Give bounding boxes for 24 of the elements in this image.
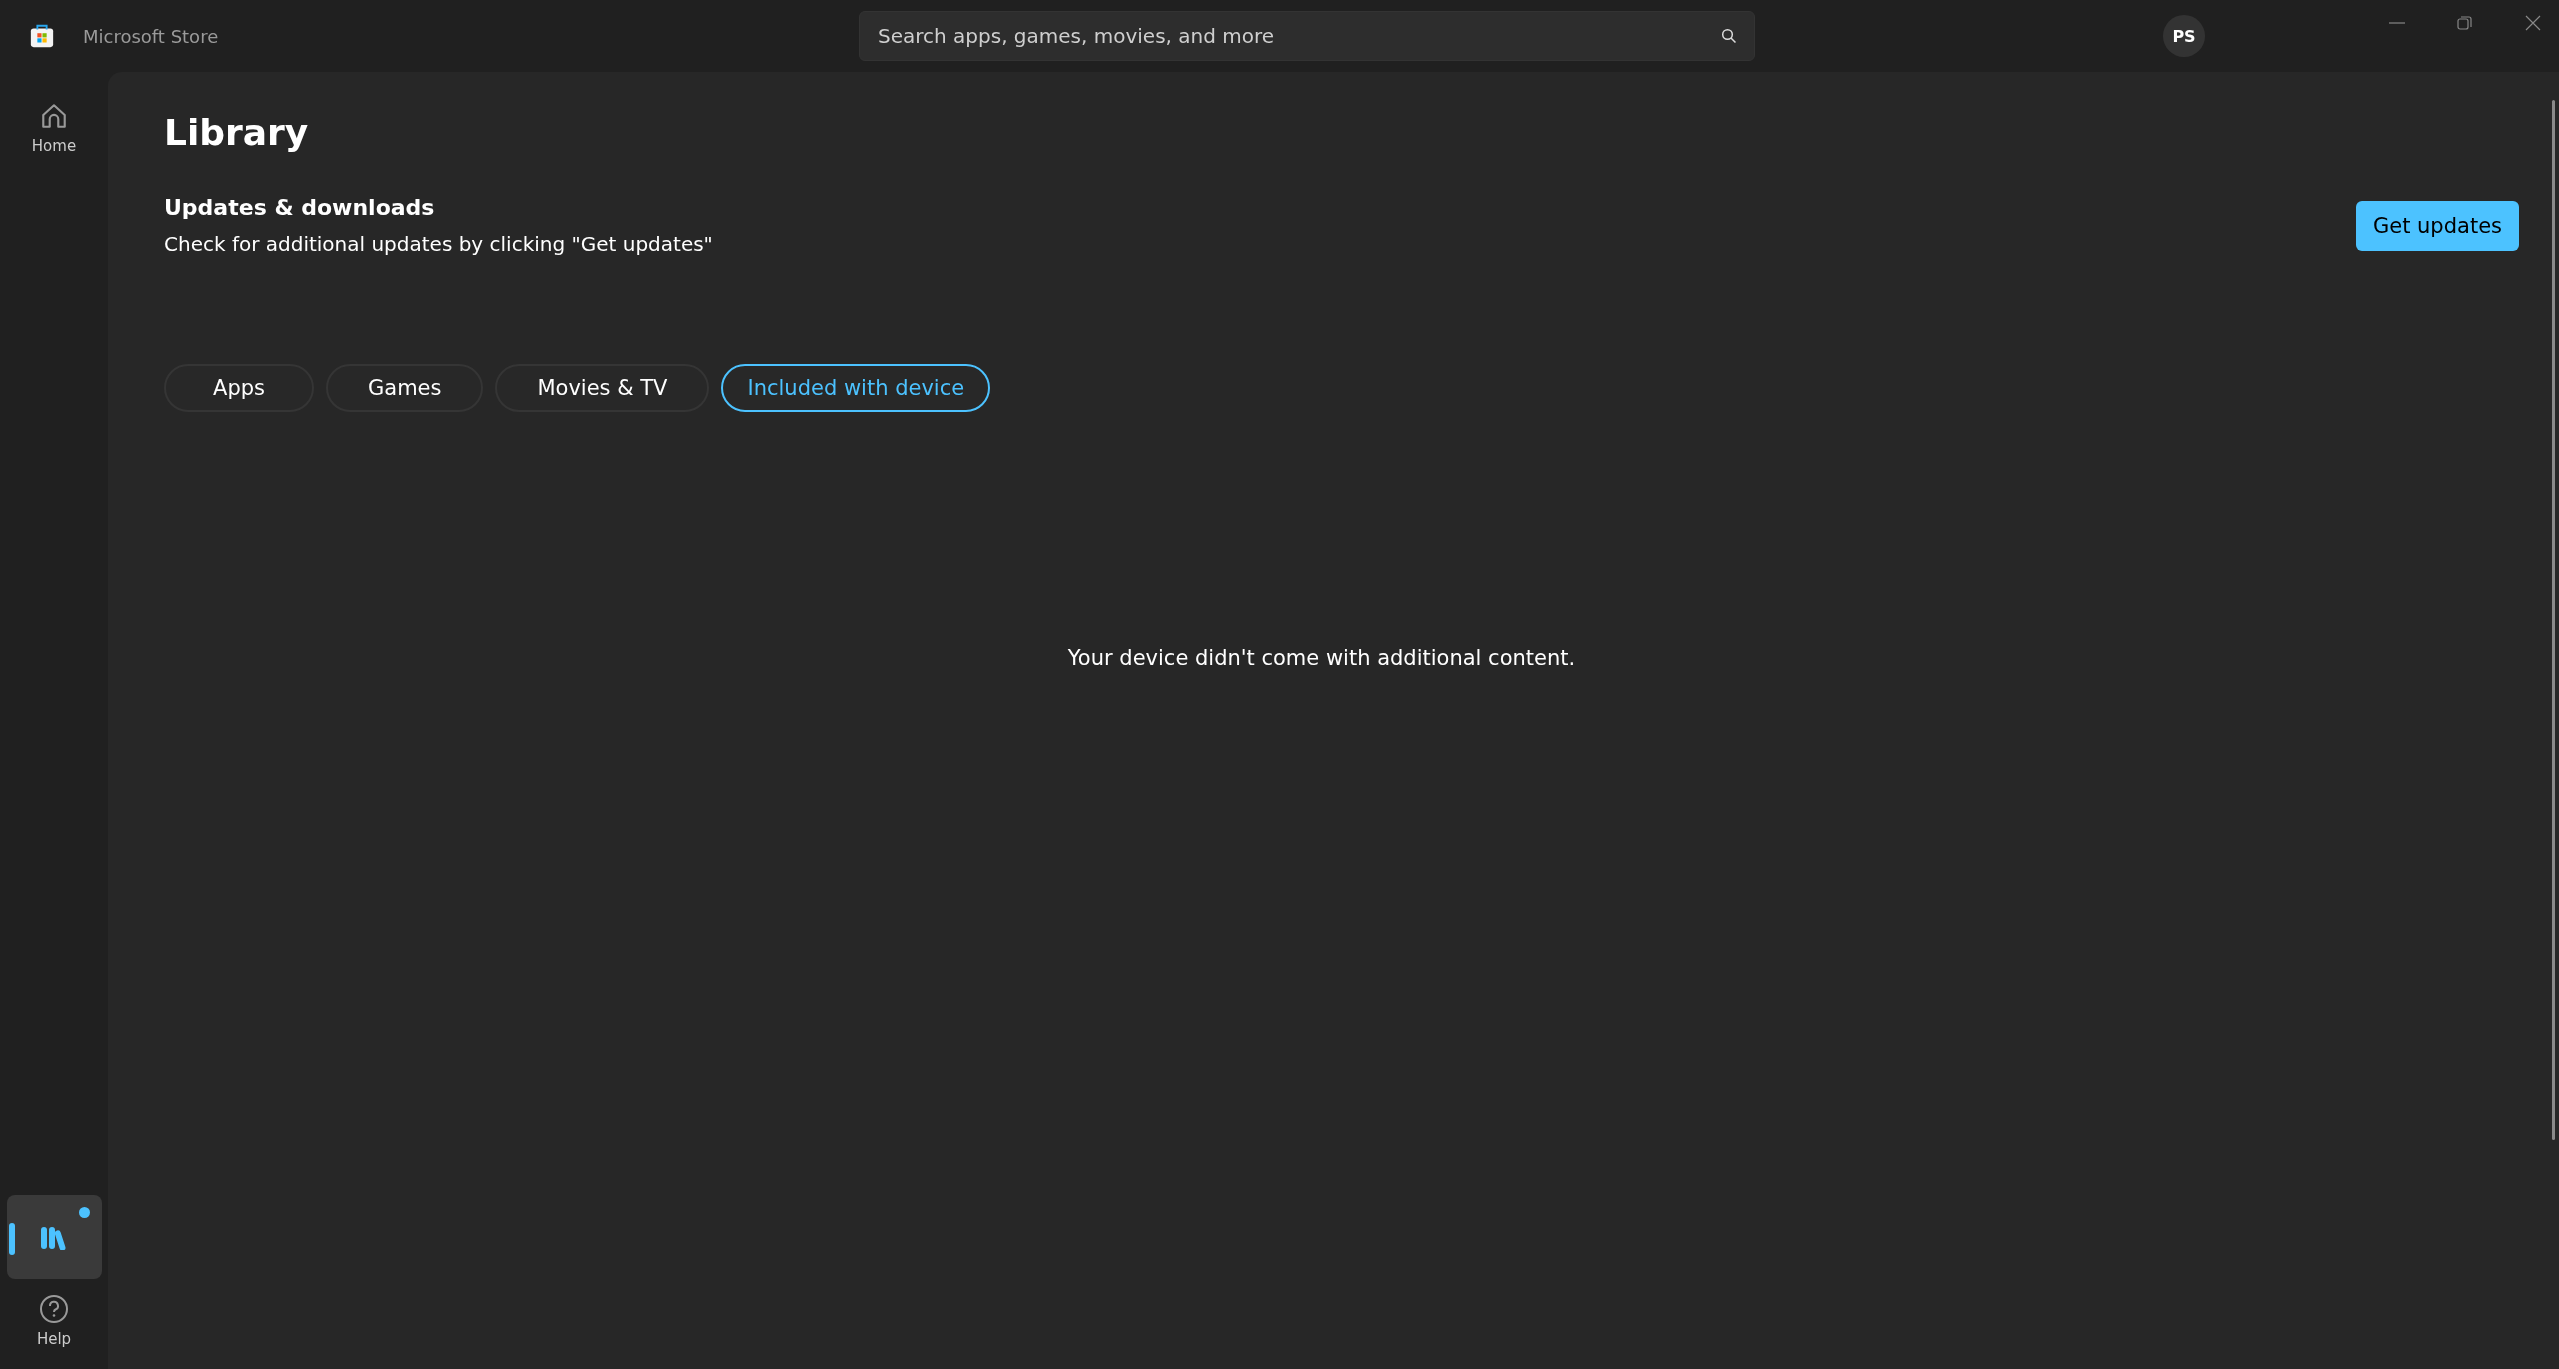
section-title: Updates & downloads <box>164 195 436 220</box>
help-nav-item[interactable]: Help <box>6 1279 102 1363</box>
store-logo-icon <box>29 23 55 49</box>
restore-icon[interactable] <box>2457 15 2473 31</box>
filter-tab[interactable]: Games <box>326 364 484 412</box>
filter-tab[interactable]: Movies & TV <box>495 364 710 412</box>
home-icon <box>39 101 69 131</box>
library-nav-item[interactable] <box>6 1195 102 1279</box>
filter-tab[interactable]: Apps <box>164 364 314 412</box>
account-avatar[interactable]: PS <box>2163 15 2205 57</box>
close-icon[interactable] <box>2525 15 2541 31</box>
scrollbar[interactable] <box>2552 100 2555 1140</box>
selection-indicator <box>8 1223 15 1255</box>
books-icon <box>39 1224 69 1250</box>
search-field[interactable]: Search apps, games, movies, and more <box>859 11 1755 61</box>
help-icon <box>39 1294 69 1324</box>
empty-message: Your device didn't come with additional content. <box>1067 646 1576 670</box>
section-description: Check for additional updates by clicking "Get updates" <box>164 232 713 256</box>
page-title: Library <box>164 112 310 153</box>
window-title: Microsoft Store <box>83 25 219 47</box>
filter-tab[interactable]: Included with device <box>721 364 991 412</box>
get-updates-button[interactable]: Get updates <box>2355 200 2519 251</box>
home-nav-item[interactable]: Home <box>6 86 102 170</box>
search-icon <box>1721 28 1737 44</box>
